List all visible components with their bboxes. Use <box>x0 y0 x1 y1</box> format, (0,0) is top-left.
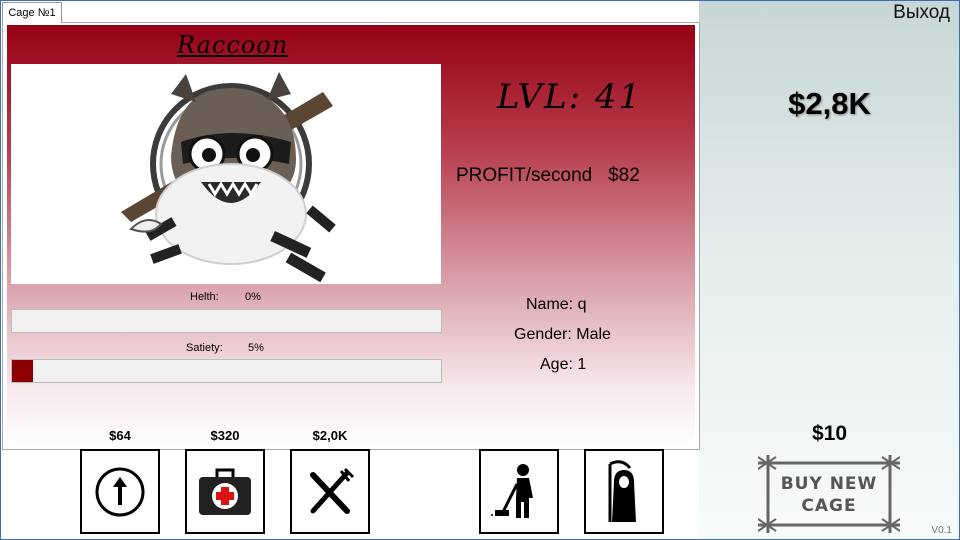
clean-cage-button[interactable] <box>479 449 559 534</box>
money-display: $2,8K <box>788 86 871 121</box>
species-title: Raccoon <box>177 31 289 59</box>
profit-display: PROFIT/second $82 <box>456 165 640 187</box>
feed-button[interactable] <box>290 449 370 534</box>
buy-new-cage-button[interactable]: BUY NEW CAGE <box>757 455 901 533</box>
level-up-price: $64 <box>109 428 131 443</box>
animal-name: Name: q <box>526 296 587 313</box>
satiety-bar <box>11 359 442 383</box>
cage-panel: Raccoon Helth: 0% Satiety: 5% LVL: 41 PR… <box>2 22 700 450</box>
buy-cage-label-line2: CAGE <box>801 496 857 516</box>
raccoon-mascot-icon <box>11 64 441 284</box>
kill-button[interactable] <box>584 449 664 534</box>
food-icon <box>310 467 355 514</box>
animal-gender: Gender: Male <box>514 326 611 343</box>
satiety-label: Satiety: <box>186 342 223 354</box>
grim-reaper-icon <box>608 459 636 522</box>
level-display: LVL: 41 <box>497 77 643 117</box>
exit-button[interactable]: Выход <box>893 2 950 24</box>
health-bar <box>11 309 442 333</box>
level-up-icon <box>95 467 145 516</box>
tab-cage-1[interactable]: Cage №1 <box>2 2 62 23</box>
satiety-bar-fill <box>12 360 34 382</box>
profit-value: $82 <box>608 165 640 186</box>
animal-age: Age: 1 <box>540 356 587 373</box>
heal-price: $320 <box>210 428 240 443</box>
cage-content: Raccoon Helth: 0% Satiety: 5% LVL: 41 PR… <box>7 25 695 447</box>
health-label: Helth: <box>190 291 219 303</box>
level-up-button[interactable] <box>80 449 160 534</box>
version-label: V0.1 <box>931 525 952 536</box>
satiety-value: 5% <box>248 342 264 354</box>
buy-cage-label-line1: BUY NEW <box>780 474 878 494</box>
profit-label: PROFIT/second <box>456 165 593 186</box>
heal-button[interactable] <box>185 449 265 534</box>
clean-cage-icon <box>491 463 533 518</box>
medkit-icon <box>199 468 251 515</box>
health-value: 0% <box>245 291 261 303</box>
new-cage-price: $10 <box>811 422 848 445</box>
feed-price: $2,0K <box>312 428 348 443</box>
